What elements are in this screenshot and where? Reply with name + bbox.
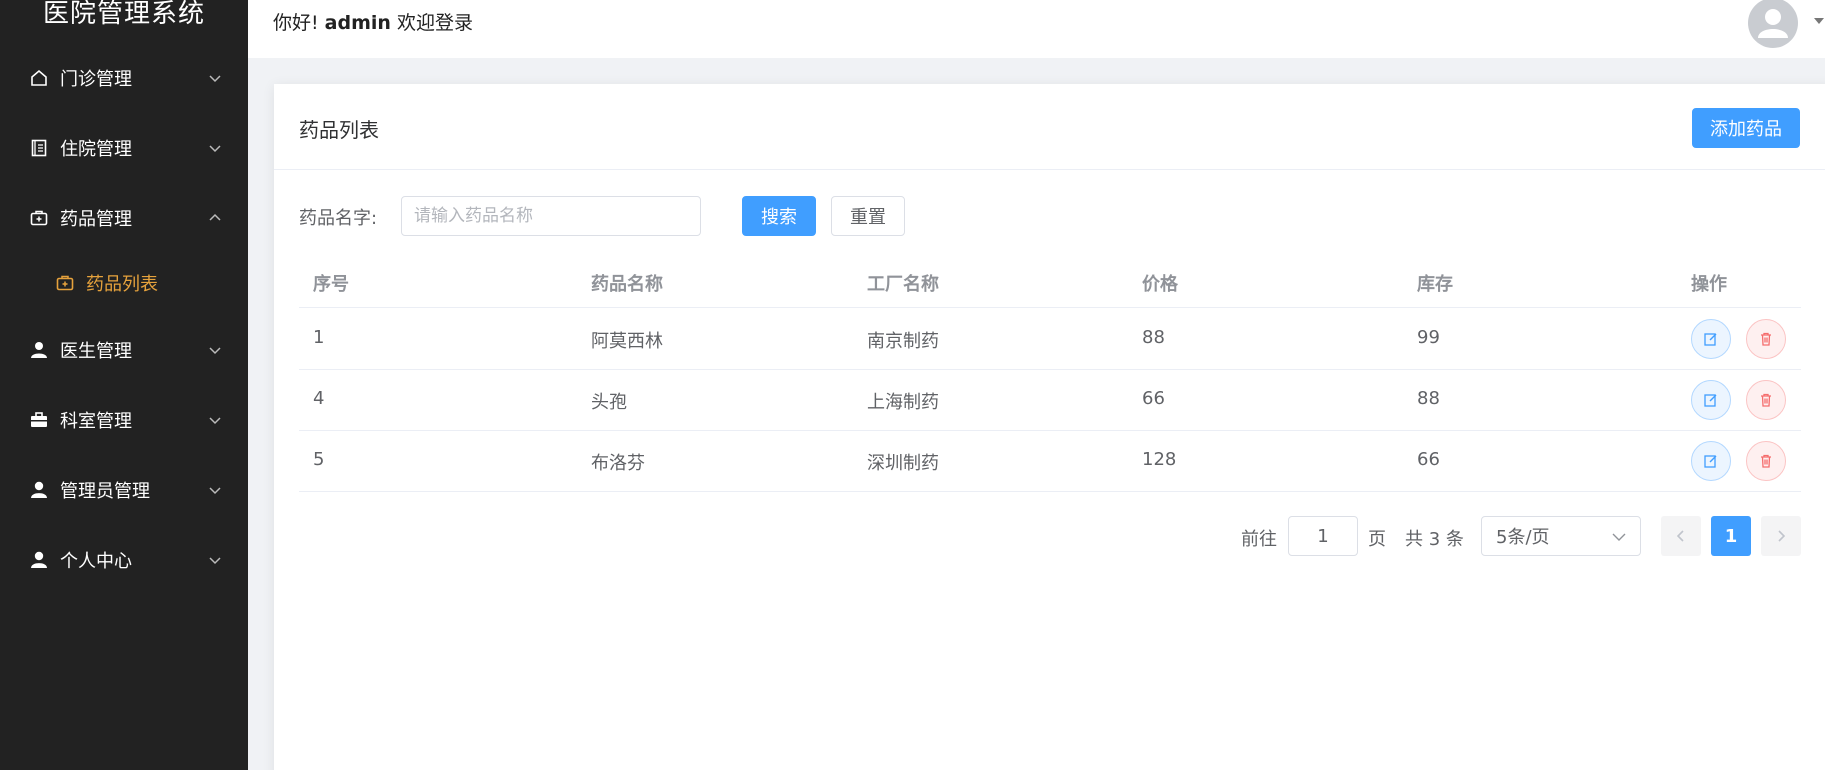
table-row: 1 阿莫西林 南京制药 88 99 <box>299 309 1801 370</box>
trash-icon <box>1761 332 1771 346</box>
sidebar-item-medicine[interactable]: 药品管理 <box>0 190 248 246</box>
chevron-up-icon <box>209 213 221 221</box>
chevron-down-icon <box>209 417 221 425</box>
cell-name: 布洛芬 <box>591 453 645 474</box>
delete-button[interactable] <box>1746 319 1786 359</box>
briefcase-icon <box>28 409 50 431</box>
greeting-prefix: 你好! <box>273 12 319 34</box>
first-aid-kit-icon <box>28 207 50 229</box>
pagination-total: 共 3 条 <box>1405 529 1464 550</box>
column-header: 价格 <box>1142 274 1178 295</box>
sidebar-item-label: 药品管理 <box>60 209 132 230</box>
doctor-icon <box>28 339 50 361</box>
sidebar-subitem-label: 药品列表 <box>86 274 158 295</box>
search-button[interactable]: 搜索 <box>742 196 816 236</box>
column-header: 库存 <box>1417 274 1453 295</box>
reset-button[interactable]: 重置 <box>831 196 905 236</box>
greeting-suffix: 欢迎登录 <box>396 12 473 34</box>
first-aid-kit-icon <box>54 272 76 294</box>
delete-button[interactable] <box>1746 441 1786 481</box>
edit-button[interactable] <box>1691 441 1731 481</box>
cell-factory: 深圳制药 <box>867 453 939 474</box>
cell-price: 88 <box>1142 327 1165 348</box>
sidebar-item-label: 医生管理 <box>60 341 132 362</box>
username: admin <box>324 12 391 34</box>
chevron-down-icon <box>209 487 221 495</box>
sidebar: 医院管理系统 门诊管理 住院管理 药品管理 药品列表 医生管理 科室管理 管理员… <box>0 0 248 770</box>
chevron-down-icon <box>209 145 221 153</box>
cell-name: 头孢 <box>591 392 627 413</box>
chevron-down-icon <box>209 75 221 83</box>
pagination-goto-input[interactable] <box>1288 516 1358 556</box>
trash-icon <box>1761 393 1771 407</box>
sidebar-item-label: 住院管理 <box>60 139 132 160</box>
sidebar-item-admin[interactable]: 管理员管理 <box>0 462 248 518</box>
cell-price: 128 <box>1142 449 1177 470</box>
cell-id: 4 <box>313 388 325 409</box>
card-header: 药品列表 添加药品 <box>274 84 1825 170</box>
sidebar-item-label: 门诊管理 <box>60 69 132 90</box>
user-avatar-icon <box>1758 9 1788 38</box>
cell-stock: 88 <box>1417 388 1440 409</box>
pagination-page-unit: 页 <box>1368 529 1386 550</box>
sidebar-item-department[interactable]: 科室管理 <box>0 392 248 448</box>
column-header: 药品名称 <box>591 274 663 295</box>
chevron-right-icon <box>1778 530 1786 542</box>
caret-down-icon[interactable] <box>1814 18 1824 24</box>
page-number-button[interactable]: 1 <box>1711 516 1751 556</box>
chevron-left-icon <box>1676 530 1684 542</box>
edit-icon <box>1704 333 1717 346</box>
pagination-goto-label: 前往 <box>1241 529 1277 550</box>
column-header: 操作 <box>1691 274 1727 295</box>
document-icon <box>28 137 50 159</box>
edit-button[interactable] <box>1691 380 1731 420</box>
sidebar-item-profile[interactable]: 个人中心 <box>0 532 248 588</box>
edit-icon <box>1704 455 1717 468</box>
greeting: 你好! admin 欢迎登录 <box>273 8 473 35</box>
cell-factory: 上海制药 <box>867 392 939 413</box>
sidebar-subitem-medicine-list[interactable]: 药品列表 <box>0 255 248 311</box>
sidebar-item-label: 管理员管理 <box>60 481 150 502</box>
chevron-down-icon <box>209 347 221 355</box>
medicine-name-input[interactable] <box>401 196 701 236</box>
edit-icon <box>1704 394 1717 407</box>
chevron-down-icon <box>209 557 221 565</box>
sidebar-item-label: 个人中心 <box>60 551 132 572</box>
table-header: 序号 药品名称 工厂名称 价格 库存 操作 <box>299 254 1801 308</box>
card-title: 药品列表 <box>299 118 379 142</box>
cell-name: 阿莫西林 <box>591 331 663 352</box>
prev-page-button[interactable] <box>1661 516 1701 556</box>
sidebar-item-doctor[interactable]: 医生管理 <box>0 322 248 378</box>
avatar[interactable] <box>1748 0 1798 48</box>
column-header: 工厂名称 <box>867 274 939 295</box>
cell-stock: 99 <box>1417 327 1440 348</box>
sidebar-item-inpatient[interactable]: 住院管理 <box>0 120 248 176</box>
add-medicine-button[interactable]: 添加药品 <box>1692 108 1800 148</box>
page-size-value: 5条/页 <box>1496 527 1550 548</box>
cell-id: 5 <box>313 449 325 470</box>
home-icon <box>28 67 50 89</box>
table-row: 5 布洛芬 深圳制药 128 66 <box>299 431 1801 492</box>
edit-button[interactable] <box>1691 319 1731 359</box>
cell-id: 1 <box>313 327 325 348</box>
medicine-list-card: 药品列表 添加药品 药品名字: 搜索 重置 序号 药品名称 工厂名称 价格 库存… <box>274 84 1825 770</box>
column-header: 序号 <box>313 274 349 295</box>
user-icon <box>28 549 50 571</box>
cell-stock: 66 <box>1417 449 1440 470</box>
delete-button[interactable] <box>1746 380 1786 420</box>
table-row: 4 头孢 上海制药 66 88 <box>299 370 1801 431</box>
next-page-button[interactable] <box>1761 516 1801 556</box>
top-header: 你好! admin 欢迎登录 <box>248 0 1825 58</box>
chevron-down-icon <box>1612 533 1626 541</box>
cell-price: 66 <box>1142 388 1165 409</box>
app-title: 医院管理系统 <box>42 0 205 29</box>
page-size-select[interactable]: 5条/页 <box>1481 516 1641 556</box>
cell-factory: 南京制药 <box>867 331 939 352</box>
user-icon <box>28 479 50 501</box>
sidebar-item-outpatient[interactable]: 门诊管理 <box>0 50 248 106</box>
trash-icon <box>1761 454 1771 468</box>
sidebar-item-label: 科室管理 <box>60 411 132 432</box>
search-label: 药品名字: <box>299 208 378 229</box>
